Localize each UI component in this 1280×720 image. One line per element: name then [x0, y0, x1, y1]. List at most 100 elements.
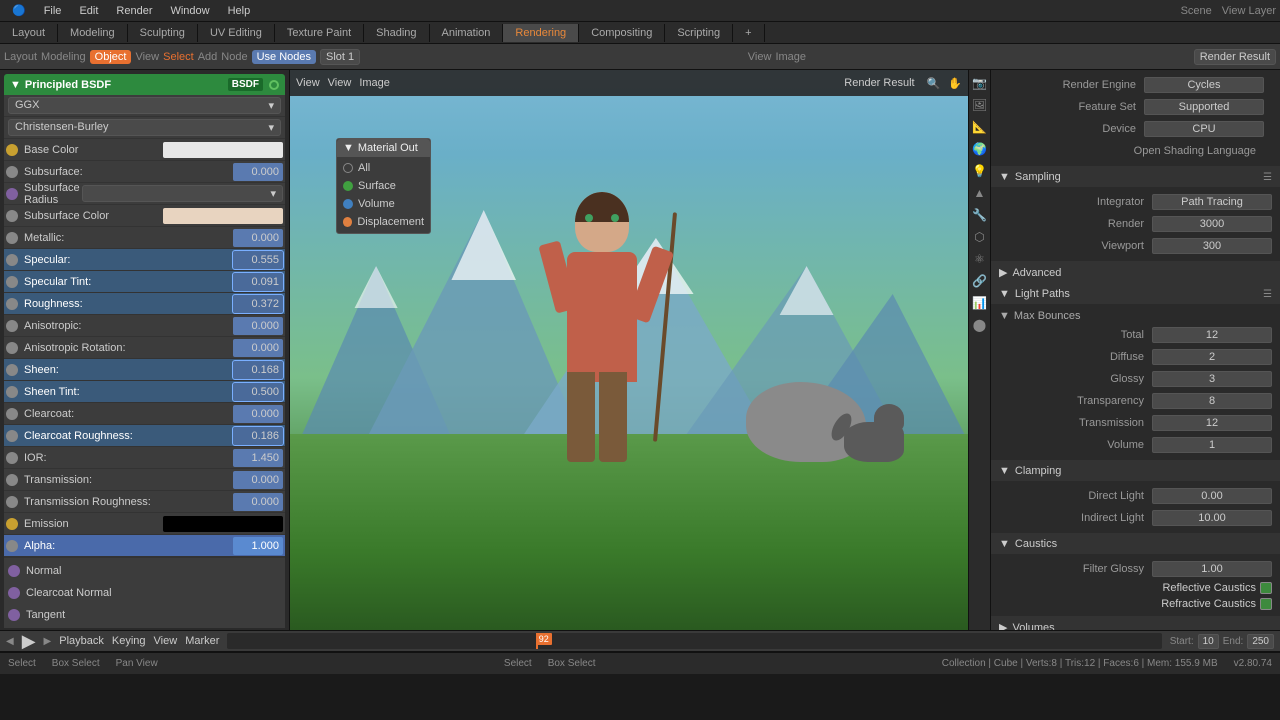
end-frame-value[interactable]: 250 — [1247, 634, 1274, 649]
menu-blender[interactable]: 🔵 — [4, 2, 34, 19]
clearcoat-dot[interactable] — [6, 408, 18, 420]
physics-icon[interactable]: ⚛ — [971, 250, 989, 268]
specular-tint-dot[interactable] — [6, 276, 18, 288]
specular-slider[interactable]: 0.555 — [233, 251, 283, 269]
transparency-bounces-value[interactable]: 8 — [1152, 393, 1272, 409]
integrator-value[interactable]: Path Tracing — [1152, 194, 1272, 210]
bsdf-collapse-icon[interactable]: ▼ — [10, 79, 21, 91]
view-layer-icon[interactable]: 📐 — [971, 118, 989, 136]
distribution-dropdown[interactable]: GGX▾ — [8, 97, 281, 114]
material-all[interactable]: All — [337, 159, 430, 177]
tab-uv-editing[interactable]: UV Editing — [198, 24, 275, 42]
clamping-header[interactable]: ▼ Clamping — [991, 461, 1280, 481]
subsurface-color-dot[interactable] — [6, 210, 18, 222]
world-icon[interactable]: 💡 — [971, 162, 989, 180]
menu-edit[interactable]: Edit — [71, 3, 106, 19]
clearcoat-roughness-dot[interactable] — [6, 430, 18, 442]
viewport-view2-btn[interactable]: View — [328, 77, 352, 89]
subsurface-dot[interactable] — [6, 166, 18, 178]
ior-dot[interactable] — [6, 452, 18, 464]
status-pan-view[interactable]: Pan View — [116, 658, 158, 669]
toolbar-image-btn[interactable]: Image — [775, 51, 806, 63]
toolbar-view-btn[interactable]: View — [135, 51, 159, 63]
alpha-dot[interactable] — [6, 540, 18, 552]
toolbar-node-btn[interactable]: Node — [221, 51, 247, 63]
caustics-header[interactable]: ▼ Caustics — [991, 534, 1280, 554]
transmission-bounces-value[interactable]: 12 — [1152, 415, 1272, 431]
volume-bounces-value[interactable]: 1 — [1152, 437, 1272, 453]
menu-window[interactable]: Window — [162, 3, 217, 19]
ior-slider[interactable]: 1.450 — [233, 449, 283, 467]
subsurface-radius-dot[interactable] — [6, 188, 18, 200]
tab-rendering[interactable]: Rendering — [503, 24, 579, 42]
render-result-btn[interactable]: Render Result — [1194, 49, 1276, 65]
specular-dot[interactable] — [6, 254, 18, 266]
total-bounces-value[interactable]: 12 — [1152, 327, 1272, 343]
feature-set-value[interactable]: Supported — [1144, 99, 1264, 115]
scene-icon[interactable]: 🌍 — [971, 140, 989, 158]
viewport-zoom-icon[interactable]: 🔍 — [927, 77, 941, 90]
base-color-swatch[interactable] — [163, 142, 283, 158]
sheen-dot[interactable] — [6, 364, 18, 376]
anisotropic-dot[interactable] — [6, 320, 18, 332]
viewport-image-btn[interactable]: Image — [359, 77, 390, 89]
render-samples-value[interactable]: 3000 — [1152, 216, 1272, 232]
subsurface-slider[interactable]: 0.000 — [233, 163, 283, 181]
menu-render[interactable]: Render — [108, 3, 160, 19]
anisotropic-rotation-dot[interactable] — [6, 342, 18, 354]
emission-swatch[interactable] — [163, 516, 283, 532]
timeline-playback[interactable]: Playback — [59, 635, 104, 647]
emission-dot[interactable] — [6, 518, 18, 530]
output-icon[interactable]: 🖼 — [971, 96, 989, 114]
bsdf-output-connector[interactable] — [269, 80, 279, 90]
material-displacement[interactable]: Displacement — [337, 213, 430, 231]
timeline-keying[interactable]: Keying — [112, 635, 146, 647]
filter-glossy-value[interactable]: 1.00 — [1152, 561, 1272, 577]
timeline-view[interactable]: View — [154, 635, 178, 647]
slot-select[interactable]: Slot 1 — [320, 49, 360, 65]
render-icon[interactable]: 📷 — [971, 74, 989, 92]
tab-texture-paint[interactable]: Texture Paint — [275, 24, 364, 42]
status-box-select2[interactable]: Box Select — [548, 658, 596, 669]
clearcoat-roughness-slider[interactable]: 0.186 — [233, 427, 283, 445]
tab-scripting[interactable]: Scripting — [665, 24, 733, 42]
transmission-dot[interactable] — [6, 474, 18, 486]
timeline-marker[interactable]: Marker — [185, 635, 219, 647]
sheen-slider[interactable]: 0.168 — [233, 361, 283, 379]
volumes-header[interactable]: ▶ Volumes — [991, 617, 1280, 630]
specular-tint-slider[interactable]: 0.091 — [233, 273, 283, 291]
sampling-options-icon[interactable]: ☰ — [1263, 172, 1272, 183]
material-surface[interactable]: Surface — [337, 177, 430, 195]
subsurface-radius-dropdown[interactable]: ▾ — [82, 185, 283, 202]
anisotropic-rotation-slider[interactable]: 0.000 — [233, 339, 283, 357]
metallic-slider[interactable]: 0.000 — [233, 229, 283, 247]
sheen-tint-slider[interactable]: 0.500 — [233, 383, 283, 401]
tab-sculpting[interactable]: Sculpting — [128, 24, 198, 42]
tab-animation[interactable]: Animation — [430, 24, 504, 42]
toolbar-view2[interactable]: View — [748, 51, 772, 63]
indirect-light-value[interactable]: 10.00 — [1152, 510, 1272, 526]
tab-shading[interactable]: Shading — [364, 24, 429, 42]
base-color-dot[interactable] — [6, 144, 18, 156]
object-icon[interactable]: ▲ — [971, 184, 989, 202]
timeline-play-btn[interactable]: ▶ — [22, 631, 36, 652]
material-volume[interactable]: Volume — [337, 195, 430, 213]
alpha-slider[interactable]: 1.000 — [233, 537, 283, 555]
render-engine-value[interactable]: Cycles — [1144, 77, 1264, 93]
toolbar-add-btn[interactable]: Add — [198, 51, 218, 63]
particles-icon[interactable]: ⬡ — [971, 228, 989, 246]
modifier-icon[interactable]: 🔧 — [971, 206, 989, 224]
transmission-roughness-dot[interactable] — [6, 496, 18, 508]
status-select[interactable]: Select — [8, 658, 36, 669]
toolbar-select-btn[interactable]: Select — [163, 51, 194, 63]
normal-dot[interactable] — [8, 565, 20, 577]
subsurface-method-dropdown[interactable]: Christensen-Burley▾ — [8, 119, 281, 136]
clearcoat-normal-dot[interactable] — [8, 587, 20, 599]
advanced-header[interactable]: ▶ Advanced — [991, 262, 1280, 283]
reflective-caustics-checkbox[interactable] — [1260, 582, 1272, 594]
material-collapse-icon[interactable]: ▼ — [343, 142, 354, 154]
tab-modeling[interactable]: Modeling — [58, 24, 128, 42]
transmission-slider[interactable]: 0.000 — [233, 471, 283, 489]
viewport-samples-value[interactable]: 300 — [1152, 238, 1272, 254]
refractive-caustics-checkbox[interactable] — [1260, 598, 1272, 610]
